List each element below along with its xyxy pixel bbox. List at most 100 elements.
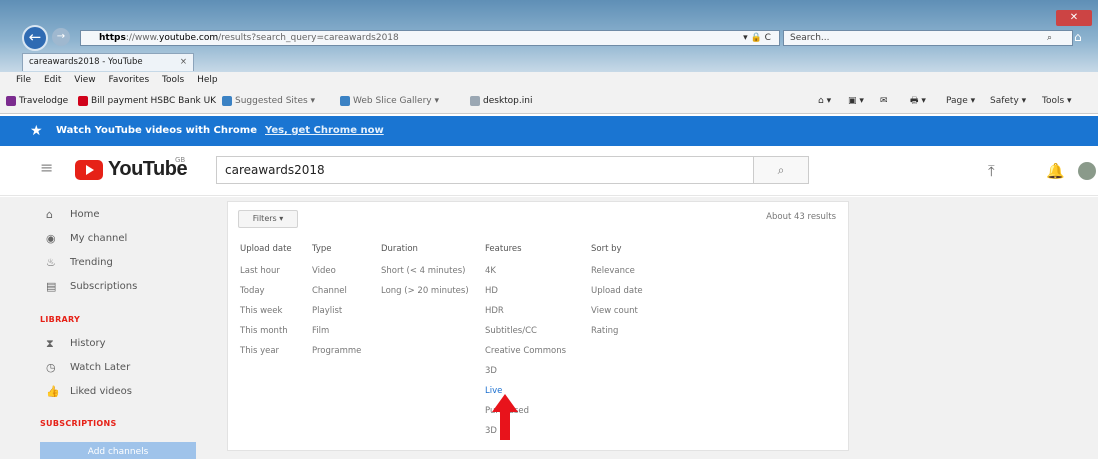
menu-file[interactable]: File	[16, 75, 31, 85]
hamburger-menu-icon[interactable]: ≡	[40, 158, 53, 177]
filter-option[interactable]: Film	[312, 326, 361, 346]
tab-close-icon[interactable]: ×	[180, 54, 187, 71]
sidebar-item-label: Subscriptions	[70, 281, 138, 292]
sidebar-item-trending[interactable]: ♨ Trending	[0, 251, 215, 275]
browser-titlebar: ← → https://www.youtube.com/results?sear…	[0, 0, 1098, 72]
filter-option[interactable]: Rating	[591, 326, 643, 346]
filter-option[interactable]: Playlist	[312, 306, 361, 326]
filter-column-duration: Duration Short (< 4 minutes) Long (> 20 …	[381, 244, 469, 306]
filter-heading: Upload date	[240, 244, 292, 254]
home-icon[interactable]: ⌂	[1074, 30, 1082, 44]
filter-option[interactable]: Last hour	[240, 266, 292, 286]
thumbs-up-icon: 👍	[46, 385, 60, 398]
filter-option[interactable]: 3D	[485, 366, 566, 386]
filter-option[interactable]: Programme	[312, 346, 361, 366]
banner-message: Watch YouTube videos with Chrome	[56, 125, 258, 136]
main-content: Filters ▾ About 43 results Upload date L…	[215, 197, 1098, 459]
favorite-suggested-sites[interactable]: Suggested Sites ▾	[222, 88, 315, 114]
sidebar-item-label: History	[70, 338, 106, 349]
add-channels-button[interactable]: Add channels	[40, 442, 196, 459]
upload-icon[interactable]: ⤒	[988, 162, 995, 180]
sidebar-item-my-channel[interactable]: ◉ My channel	[0, 227, 215, 251]
filters-panel: Filters ▾ About 43 results Upload date L…	[227, 201, 849, 451]
back-arrow-icon[interactable]: ←	[22, 25, 48, 51]
filter-option[interactable]: Relevance	[591, 266, 643, 286]
youtube-header: ≡ YouTube GB careawards2018 ⌕ ⤒ 🔔	[0, 146, 1098, 196]
sidebar-item-subscriptions[interactable]: ▤ Subscriptions	[0, 275, 215, 299]
filter-option[interactable]: Channel	[312, 286, 361, 306]
address-bar[interactable]: https://www.youtube.com/results?search_q…	[80, 30, 780, 46]
menu-tools[interactable]: Tools	[162, 75, 184, 85]
filter-option[interactable]: HDR	[485, 306, 566, 326]
filter-option[interactable]: Creative Commons	[485, 346, 566, 366]
search-icon: ⌕	[1046, 33, 1052, 43]
favorite-web-slice[interactable]: Web Slice Gallery ▾	[340, 88, 439, 114]
filter-option[interactable]: This year	[240, 346, 292, 366]
subscriptions-icon: ▤	[46, 280, 57, 293]
filter-option[interactable]: Video	[312, 266, 361, 286]
travelodge-icon	[6, 95, 16, 106]
browser-search-placeholder: Search...	[790, 33, 830, 43]
home-command-icon[interactable]: ⌂ ▾	[818, 88, 831, 114]
menu-edit[interactable]: Edit	[44, 75, 61, 85]
search-button[interactable]: ⌕	[753, 156, 809, 184]
sidebar-item-label: Home	[70, 209, 100, 220]
filter-option[interactable]: Subtitles/CC	[485, 326, 566, 346]
filter-option[interactable]: Upload date	[591, 286, 643, 306]
menu-bar: File Edit View Favorites Tools Help	[0, 72, 1098, 88]
filter-option[interactable]: 4K	[485, 266, 566, 286]
browser-tab[interactable]: careawards2018 - YouTube ×	[22, 53, 194, 71]
ie-icon	[340, 95, 350, 106]
sidebar-item-home[interactable]: ⌂ Home	[0, 203, 215, 227]
mail-command-icon[interactable]: ✉	[880, 88, 888, 114]
channel-icon: ◉	[46, 232, 56, 245]
trending-icon: ♨	[46, 256, 56, 269]
menu-favorites[interactable]: Favorites	[108, 75, 149, 85]
filter-option[interactable]: Today	[240, 286, 292, 306]
filter-option[interactable]: Long (> 20 minutes)	[381, 286, 469, 306]
favorite-travelodge[interactable]: Travelodge	[6, 88, 68, 114]
favorite-hsbc[interactable]: Bill payment HSBC Bank UK	[78, 88, 216, 114]
address-sep: ://www.	[125, 33, 160, 43]
safety-menu-button[interactable]: Safety ▾	[990, 88, 1026, 114]
menu-help[interactable]: Help	[197, 75, 218, 85]
tools-menu-button[interactable]: Tools ▾	[1042, 88, 1072, 114]
chrome-promo-banner: ★ Watch YouTube videos with Chrome Yes, …	[0, 116, 1098, 146]
sidebar-item-liked-videos[interactable]: 👍 Liked videos	[0, 380, 215, 404]
filter-option[interactable]: HD	[485, 286, 566, 306]
favorite-label: Bill payment HSBC Bank UK	[91, 96, 217, 106]
tab-title: careawards2018 - YouTube	[29, 57, 143, 67]
results-count: About 43 results	[766, 212, 836, 222]
subscriptions-heading: SUBSCRIPTIONS	[40, 419, 117, 428]
menu-view[interactable]: View	[74, 75, 95, 85]
filters-button[interactable]: Filters ▾	[238, 210, 298, 228]
avatar[interactable]	[1078, 162, 1096, 180]
filter-column-type: Type Video Channel Playlist Film Program…	[312, 244, 361, 366]
filter-heading: Duration	[381, 244, 418, 254]
favorite-label: Suggested Sites ▾	[235, 96, 316, 106]
address-controls[interactable]: ▾ 🔒 C	[734, 30, 780, 46]
browser-search-input[interactable]: Search... ⌕	[783, 30, 1073, 46]
get-chrome-link[interactable]: Yes, get Chrome now	[265, 116, 384, 146]
search-input[interactable]: careawards2018	[216, 156, 754, 184]
youtube-logo-icon[interactable]	[75, 160, 103, 180]
file-icon	[470, 95, 480, 106]
favorite-desktop-ini[interactable]: desktop.ini	[470, 88, 532, 114]
bell-icon[interactable]: 🔔	[1046, 162, 1065, 180]
feeds-command-icon[interactable]: ▣ ▾	[848, 88, 864, 114]
favorite-label: Web Slice Gallery ▾	[353, 96, 439, 106]
sidebar-item-label: Watch Later	[70, 362, 131, 373]
arrow-shape	[492, 394, 518, 440]
sidebar-item-history[interactable]: ⧗ History	[0, 332, 215, 356]
filter-option[interactable]: This week	[240, 306, 292, 326]
filter-option[interactable]: Short (< 4 minutes)	[381, 266, 469, 286]
favorites-bar: Travelodge Bill payment HSBC Bank UK Sug…	[0, 88, 1098, 114]
favorite-label: Travelodge	[19, 96, 69, 106]
close-window-button[interactable]: ✕	[1056, 10, 1092, 26]
forward-arrow-icon[interactable]: →	[52, 28, 70, 46]
filter-option[interactable]: View count	[591, 306, 643, 326]
print-command-icon[interactable]: 🖶 ▾	[910, 88, 926, 114]
filter-option[interactable]: This month	[240, 326, 292, 346]
page-menu-button[interactable]: Page ▾	[946, 88, 975, 114]
sidebar-item-watch-later[interactable]: ◷ Watch Later	[0, 356, 215, 380]
